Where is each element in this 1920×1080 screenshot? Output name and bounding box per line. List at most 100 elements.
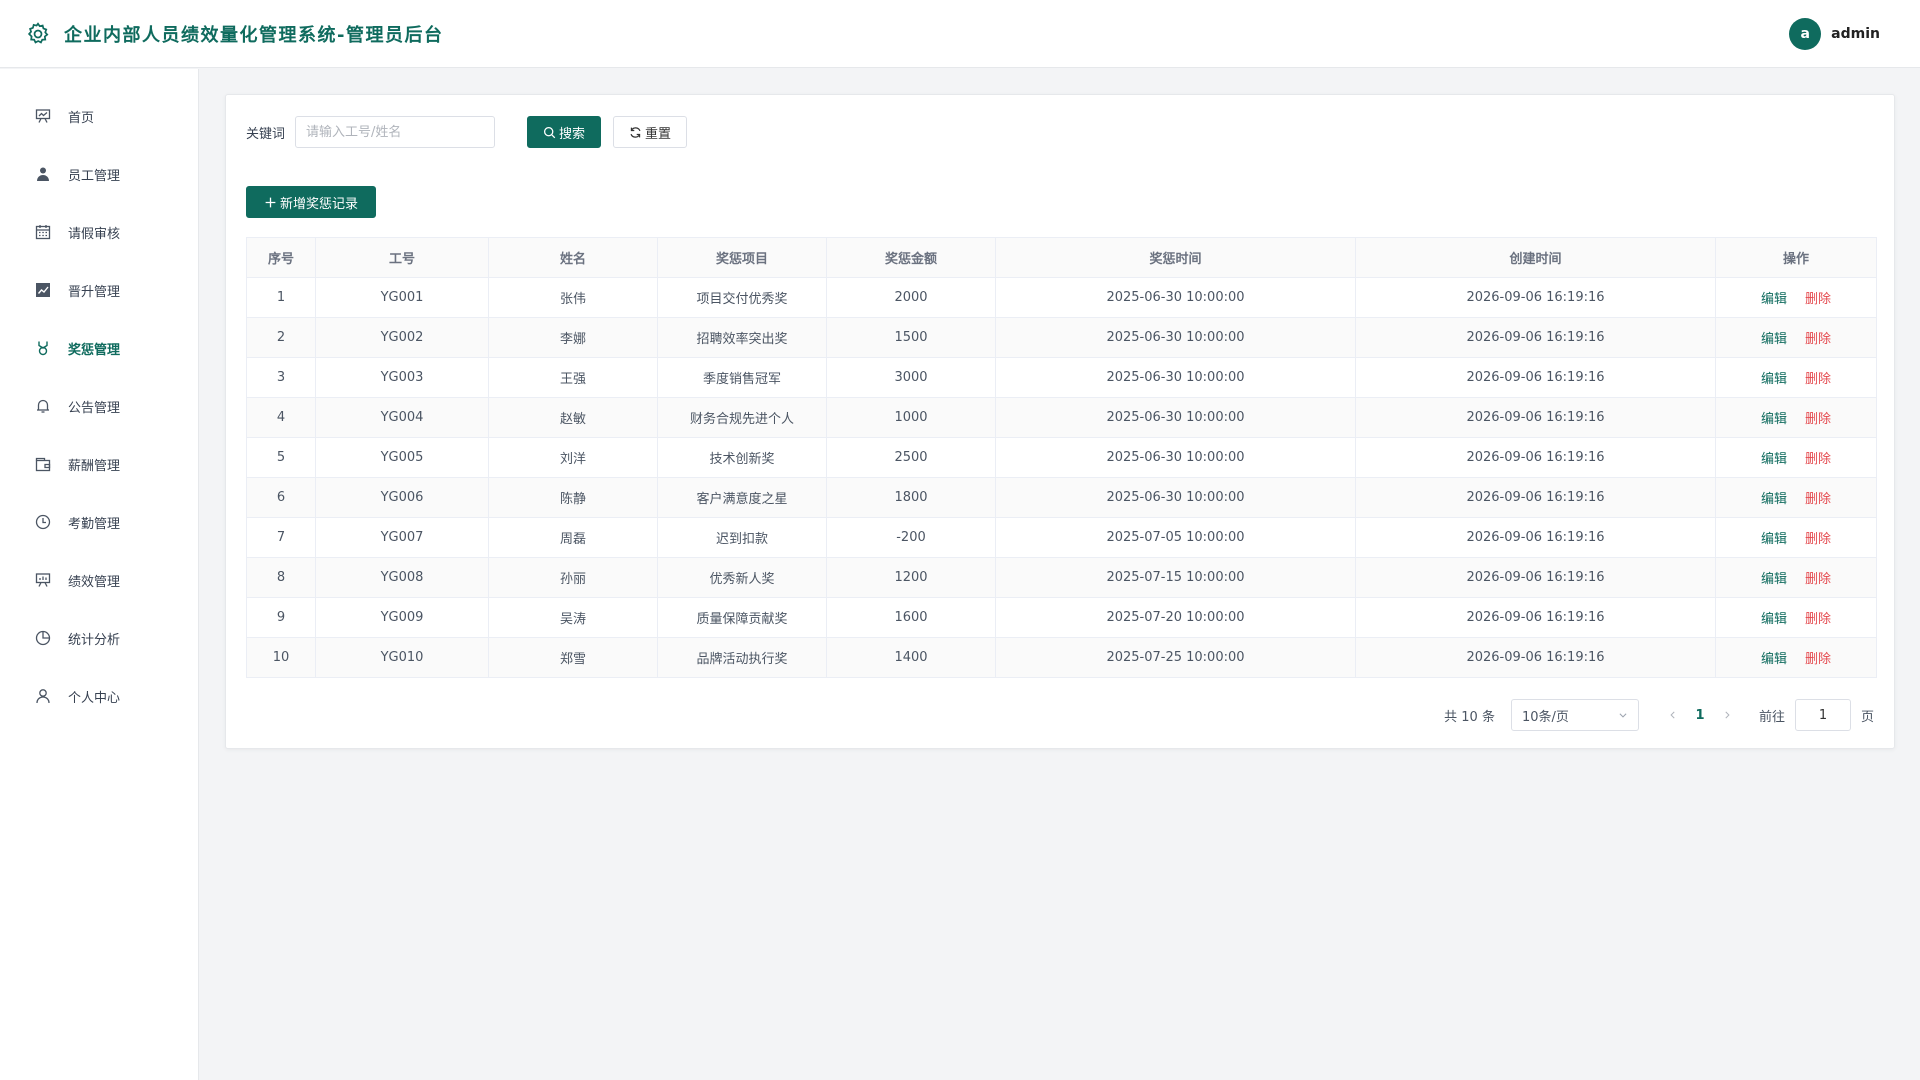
search-icon <box>543 126 556 138</box>
cell-created-time: 2026-09-06 16:19:16 <box>1355 517 1716 558</box>
cell-created-time: 2026-09-06 16:19:16 <box>1355 637 1716 678</box>
cell-reward-time: 2025-07-15 10:00:00 <box>995 557 1356 598</box>
wallet-icon <box>34 455 52 473</box>
delete-button[interactable]: 删除 <box>1805 372 1831 387</box>
delete-button[interactable]: 删除 <box>1805 452 1831 467</box>
sidebar-item-promotion[interactable]: 晋升管理 <box>0 261 198 319</box>
sidebar-item-employees[interactable]: 员工管理 <box>0 145 198 203</box>
delete-button[interactable]: 删除 <box>1805 532 1831 547</box>
edit-button[interactable]: 编辑 <box>1761 372 1787 387</box>
table-row: 5 YG005 刘洋 技术创新奖 2500 2025-06-30 10:00:00 2026… <box>246 437 1877 478</box>
delete-button[interactable]: 删除 <box>1805 652 1831 667</box>
sidebar-item-salary[interactable]: 薪酬管理 <box>0 435 198 493</box>
pie-chart-icon <box>34 629 52 647</box>
user-menu[interactable]: a admin <box>1789 18 1880 50</box>
edit-button[interactable]: 编辑 <box>1761 332 1787 347</box>
cell-created-time: 2026-09-06 16:19:16 <box>1355 597 1716 638</box>
cell-reward-time: 2025-07-20 10:00:00 <box>995 597 1356 638</box>
cell-actions: 编辑 删除 <box>1715 357 1877 398</box>
cell-actions: 编辑 删除 <box>1715 437 1877 478</box>
reset-button[interactable]: 重置 <box>613 116 688 148</box>
cell-reward-item: 客户满意度之星 <box>657 477 827 518</box>
sidebar-item-label: 奖惩管理 <box>68 342 121 358</box>
column-header: 序号 <box>246 237 316 278</box>
cell-actions: 编辑 删除 <box>1715 517 1877 558</box>
sidebar-item-statistics[interactable]: 统计分析 <box>0 609 198 667</box>
cell-created-time: 2026-09-06 16:19:16 <box>1355 317 1716 358</box>
cell-reward-time: 2025-06-30 10:00:00 <box>995 437 1356 478</box>
cell-row-index: 7 <box>246 517 316 558</box>
cell-reward-amount: 1400 <box>826 637 996 678</box>
table-row: 7 YG007 周磊 迟到扣款 -200 2025-07-05 10:00:00 2026-… <box>246 517 1877 558</box>
edit-button[interactable]: 编辑 <box>1761 492 1787 507</box>
cell-row-index: 10 <box>246 637 316 678</box>
page-unit-label: 页 <box>1860 709 1874 725</box>
chevron-right-icon <box>1725 711 1730 719</box>
edit-button[interactable]: 编辑 <box>1761 452 1787 467</box>
edit-button[interactable]: 编辑 <box>1761 292 1787 307</box>
sidebar-item-label: 绩效管理 <box>68 574 121 590</box>
cell-row-index: 4 <box>246 397 316 438</box>
page-size-select[interactable]: 10条/页 <box>1510 699 1639 731</box>
top-header: 企业内部人员绩效量化管理系统-管理员后台 a admin <box>0 0 1920 68</box>
sidebar-item-home[interactable]: 首页 <box>0 87 198 145</box>
sidebar-item-performance[interactable]: 绩效管理 <box>0 551 198 609</box>
app-title: 企业内部人员绩效量化管理系统-管理员后台 <box>64 24 444 46</box>
presentation-icon <box>34 107 52 125</box>
cell-reward-time: 2025-06-30 10:00:00 <box>995 477 1356 518</box>
cell-created-time: 2026-09-06 16:19:16 <box>1355 277 1716 318</box>
cell-created-time: 2026-09-06 16:19:16 <box>1355 477 1716 518</box>
cell-employee-name: 张伟 <box>488 277 658 318</box>
edit-button[interactable]: 编辑 <box>1761 412 1787 427</box>
edit-button[interactable]: 编辑 <box>1761 652 1787 667</box>
edit-button[interactable]: 编辑 <box>1761 612 1787 627</box>
sidebar-item-announcements[interactable]: 公告管理 <box>0 377 198 435</box>
sidebar-item-profile[interactable]: 个人中心 <box>0 667 198 725</box>
sidebar-item-leave-review[interactable]: 请假审核 <box>0 203 198 261</box>
edit-button[interactable]: 编辑 <box>1761 572 1787 587</box>
delete-button[interactable]: 删除 <box>1805 412 1831 427</box>
cell-employee-name: 刘洋 <box>488 437 658 478</box>
delete-button[interactable]: 删除 <box>1805 612 1831 627</box>
cell-reward-time: 2025-06-30 10:00:00 <box>995 317 1356 358</box>
cell-employee-name: 吴涛 <box>488 597 658 638</box>
trend-chart-icon <box>34 281 52 299</box>
add-record-button[interactable]: 新增奖惩记录 <box>246 186 376 218</box>
column-header: 操作 <box>1715 237 1877 278</box>
page-number-1[interactable]: 1 <box>1685 708 1715 723</box>
main-content-card: 关键词 搜索 重置 新增奖惩记录 序号 工号 姓名 奖惩项目 <box>225 94 1895 749</box>
cell-reward-amount: 2000 <box>826 277 996 318</box>
goto-page-input[interactable] <box>1794 699 1851 731</box>
sidebar-item-label: 首页 <box>68 110 95 126</box>
cell-employee-id: YG009 <box>315 597 489 638</box>
data-board-icon <box>34 571 52 589</box>
sidebar-item-label: 统计分析 <box>68 632 121 648</box>
table-row: 10 YG010 郑雪 品牌活动执行奖 1400 2025-07-25 10:00:00 2… <box>246 637 1877 678</box>
delete-button[interactable]: 删除 <box>1805 292 1831 307</box>
cell-reward-item: 项目交付优秀奖 <box>657 277 827 318</box>
username[interactable]: admin <box>1831 26 1880 42</box>
sidebar-item-label: 公告管理 <box>68 400 121 416</box>
column-header: 工号 <box>315 237 489 278</box>
cell-reward-amount: 2500 <box>826 437 996 478</box>
delete-button[interactable]: 删除 <box>1805 492 1831 507</box>
table-row: 6 YG006 陈静 客户满意度之星 1800 2025-06-30 10:00:00 20… <box>246 477 1877 518</box>
edit-button[interactable]: 编辑 <box>1761 532 1787 547</box>
search-button[interactable]: 搜索 <box>527 116 602 148</box>
avatar[interactable]: a <box>1789 18 1822 50</box>
delete-button[interactable]: 删除 <box>1805 332 1831 347</box>
cell-reward-item: 迟到扣款 <box>657 517 827 558</box>
cell-reward-item: 优秀新人奖 <box>657 557 827 598</box>
cell-employee-name: 孙丽 <box>488 557 658 598</box>
cell-employee-name: 李娜 <box>488 317 658 358</box>
cell-row-index: 2 <box>246 317 316 358</box>
sidebar-item-label: 薪酬管理 <box>68 458 121 474</box>
sidebar-item-attendance[interactable]: 考勤管理 <box>0 493 198 551</box>
prev-page-button[interactable] <box>1661 710 1685 720</box>
next-page-button[interactable] <box>1715 710 1739 720</box>
cell-employee-id: YG002 <box>315 317 489 358</box>
keyword-input[interactable] <box>295 116 496 148</box>
add-button-label: 新增奖惩记录 <box>279 196 358 212</box>
delete-button[interactable]: 删除 <box>1805 572 1831 587</box>
sidebar-item-rewards[interactable]: 奖惩管理 <box>0 319 198 377</box>
